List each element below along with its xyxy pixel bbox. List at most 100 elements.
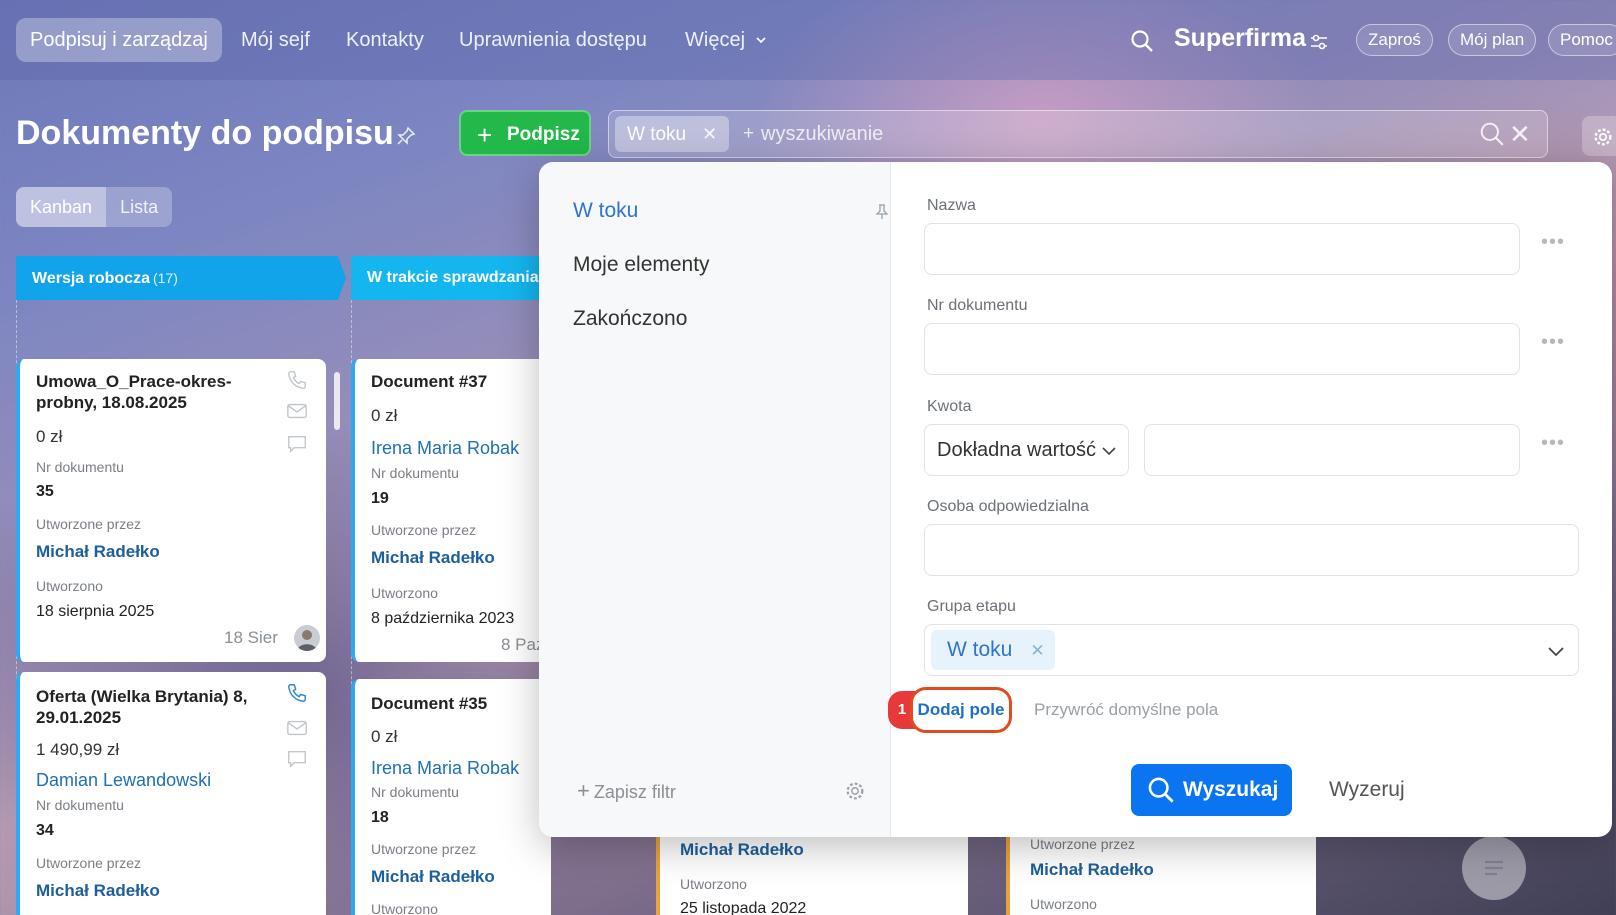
settings-button[interactable] [1582, 116, 1616, 156]
card-customer[interactable]: Irena Maria Robak [371, 438, 519, 459]
search-bar[interactable]: W toku ✕ + wyszukiwanie ✕ [608, 110, 1548, 158]
user-icon [297, 630, 317, 651]
card-created: 18 sierpnia 2025 [36, 603, 155, 620]
card-doc-no: 18 [371, 809, 389, 826]
card-created-by[interactable]: Michał Radełko [371, 548, 495, 568]
mail-icon[interactable] [286, 401, 308, 421]
chat-icon[interactable] [286, 748, 308, 770]
stage-group-tag[interactable]: W toku ✕ [931, 630, 1055, 670]
nav-contacts[interactable]: Kontakty [346, 18, 424, 62]
nav-sign-manage[interactable]: Podpisuj i zarządzaj [16, 18, 222, 62]
chevron-down-icon [1102, 447, 1116, 456]
kanban-card[interactable]: Utworzone przez Michał Radełko Utworzono [1006, 836, 1316, 915]
nav-more-label: Więcej [685, 29, 746, 51]
kanban-card[interactable]: Oferta (Wielka Brytania) 8, 29.01.2025 1… [16, 672, 326, 915]
sign-button[interactable]: + Podpisz [459, 110, 591, 156]
card-created-by[interactable]: Michał Radełko [371, 867, 495, 887]
preset-completed[interactable]: Zakończono [573, 307, 687, 331]
nav-access-permissions[interactable]: Uprawnienia dostępu [459, 18, 647, 62]
card-doc-no: 35 [36, 483, 54, 500]
card-created-label: Utworzono [1030, 896, 1097, 912]
pin-icon[interactable] [396, 126, 416, 146]
plus-icon: + [477, 120, 493, 150]
column-scrollbar[interactable] [334, 360, 340, 915]
nav-my-vault[interactable]: Mój sejf [241, 18, 310, 62]
search-icon[interactable] [1130, 29, 1154, 53]
card-created-by[interactable]: Michał Radełko [36, 881, 160, 901]
phone-icon[interactable] [286, 369, 308, 391]
column-in-review[interactable]: W trakcie sprawdzania [351, 256, 551, 300]
sign-button-label: Podpisz [507, 124, 580, 145]
card-customer[interactable]: Irena Maria Robak [371, 758, 519, 779]
more-icon[interactable]: ••• [1541, 231, 1565, 254]
search-button-label: Wyszukaj [1183, 778, 1279, 801]
name-input[interactable] [924, 223, 1520, 275]
feed-button[interactable] [1462, 836, 1526, 900]
mail-icon[interactable] [286, 718, 308, 738]
card-amount: 0 zł [371, 406, 398, 425]
save-filter-button[interactable]: + Zapisz filtr [577, 778, 676, 804]
column-in-review-label: W trakcie sprawdzania [367, 269, 539, 286]
pin-icon[interactable] [875, 204, 889, 220]
card-doc-no-label: Nr dokumentu [36, 459, 124, 475]
card-amount: 0 zł [371, 727, 398, 746]
card-amount: 0 zł [36, 427, 63, 446]
stage-group-select[interactable]: W toku ✕ [924, 624, 1579, 676]
search-input[interactable]: wyszukiwanie [761, 123, 883, 146]
restore-default-fields-button[interactable]: Przywróć domyślne pola [1034, 700, 1218, 720]
card-created-by[interactable]: Michał Radełko [680, 840, 804, 860]
view-toggle: Kanban Lista [16, 187, 173, 227]
chat-icon[interactable] [286, 433, 308, 455]
reset-button[interactable]: Wyzeruj [1329, 778, 1405, 802]
my-plan-button[interactable]: Mój plan [1448, 24, 1537, 56]
card-created-by[interactable]: Michał Radełko [36, 542, 160, 562]
add-field-button[interactable]: Dodaj pole [910, 687, 1012, 733]
column-draft[interactable]: Wersja robocza (17) [16, 256, 346, 300]
preset-in-progress[interactable]: W toku [573, 199, 638, 223]
search-button[interactable]: Wyszukaj [1131, 764, 1292, 816]
close-icon[interactable]: ✕ [1030, 641, 1044, 660]
avatar[interactable] [294, 625, 320, 651]
view-kanban[interactable]: Kanban [16, 187, 107, 227]
company-name[interactable]: Superfirma [1174, 24, 1306, 53]
card-title-line2: 29.01.2025 [36, 708, 122, 727]
sliders-icon[interactable] [1310, 33, 1328, 51]
card-created-by[interactable]: Michał Radełko [1030, 860, 1154, 880]
more-icon[interactable]: ••• [1541, 331, 1565, 354]
preset-my-items[interactable]: Moje elementy [573, 253, 710, 277]
doc-no-input[interactable] [924, 323, 1520, 375]
chevron-down-icon[interactable] [1547, 645, 1565, 657]
phone-icon[interactable] [286, 682, 308, 704]
card-title: Oferta (Wielka Brytania) 8, [36, 687, 248, 706]
card-short-date: 18 Sier [224, 628, 278, 647]
amount-mode-select[interactable]: Dokładna wartość [924, 424, 1129, 476]
scrollbar-thumb[interactable] [334, 372, 340, 430]
card-customer[interactable]: Damian Lewandowski [36, 770, 211, 791]
invite-button[interactable]: Zaproś [1356, 24, 1433, 56]
clear-search-icon[interactable]: ✕ [1509, 119, 1531, 150]
amount-input[interactable] [1144, 424, 1520, 476]
list-icon [1485, 860, 1503, 876]
card-title-line2: probny, 18.08.2025 [36, 393, 187, 412]
kanban-card[interactable]: Umowa_O_Prace-okres- probny, 18.08.2025 … [16, 359, 326, 662]
card-created: 8 października 2023 [371, 610, 515, 627]
help-button[interactable]: Pomoc [1548, 24, 1616, 56]
search-icon[interactable] [1479, 121, 1505, 147]
kanban-card[interactable]: Michał Radełko Utworzono 25 listopada 20… [656, 836, 968, 915]
view-list[interactable]: Lista [106, 187, 172, 227]
close-icon[interactable]: ✕ [702, 124, 717, 144]
card-created-by-label: Utworzone przez [371, 841, 477, 857]
kanban-card[interactable]: Document #37 0 zł Irena Maria Robak Nr d… [351, 359, 551, 662]
gear-icon[interactable] [844, 780, 866, 802]
chevron-down-icon [756, 37, 766, 44]
card-doc-no: 34 [36, 822, 54, 839]
filter-chip[interactable]: W toku ✕ [615, 116, 730, 152]
card-created-by-label: Utworzone przez [36, 516, 142, 532]
owner-input[interactable] [924, 524, 1579, 576]
column-draft-label: Wersja robocza [32, 270, 150, 287]
kanban-card[interactable]: Document #35 0 zł Irena Maria Robak Nr d… [351, 679, 551, 915]
card-doc-no-label: Nr dokumentu [371, 784, 459, 800]
nav-more[interactable]: Więcej [685, 18, 767, 62]
more-icon[interactable]: ••• [1541, 432, 1565, 455]
card-created-label: Utworzono [36, 578, 103, 594]
